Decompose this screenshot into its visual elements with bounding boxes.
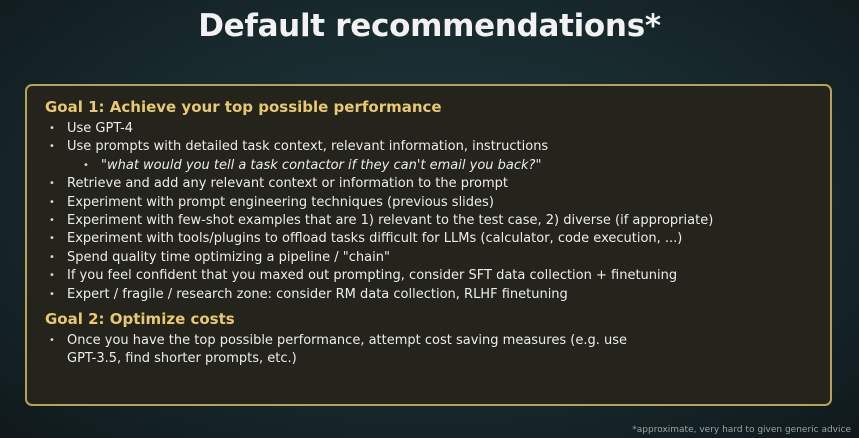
list-item: Experiment with few-shot examples that a… [45, 212, 814, 231]
list-item: Spend quality time optimizing a pipeline… [45, 249, 814, 268]
list-item: Retrieve and add any relevant context or… [45, 175, 814, 194]
list-item: Use GPT-4 [45, 120, 814, 139]
goal-2-heading: Goal 2: Optimize costs [45, 310, 235, 329]
slide-title: Default recommendations* [198, 8, 661, 44]
list-item: Use prompts with detailed task context, … [45, 138, 814, 157]
list-item: Experiment with prompt engineering techn… [45, 194, 814, 213]
goal-2-list: Once you have the top possible performan… [45, 332, 814, 369]
goal-1-list: Use GPT-4 Use prompts with detailed task… [45, 120, 814, 304]
recommendations-card: Goal 1: Achieve your top possible perfor… [25, 84, 832, 406]
list-item: Expert / fragile / research zone: consid… [45, 286, 814, 305]
list-item: Experiment with tools/plugins to offload… [45, 230, 814, 249]
sub-list-item: "what would you tell a task contactor if… [45, 157, 814, 176]
goal-1-heading: Goal 1: Achieve your top possible perfor… [45, 98, 442, 116]
list-item: Once you have the top possible performan… [45, 332, 627, 369]
footnote: *approximate, very hard to given generic… [632, 425, 851, 435]
list-item: If you feel confident that you maxed out… [45, 267, 814, 286]
